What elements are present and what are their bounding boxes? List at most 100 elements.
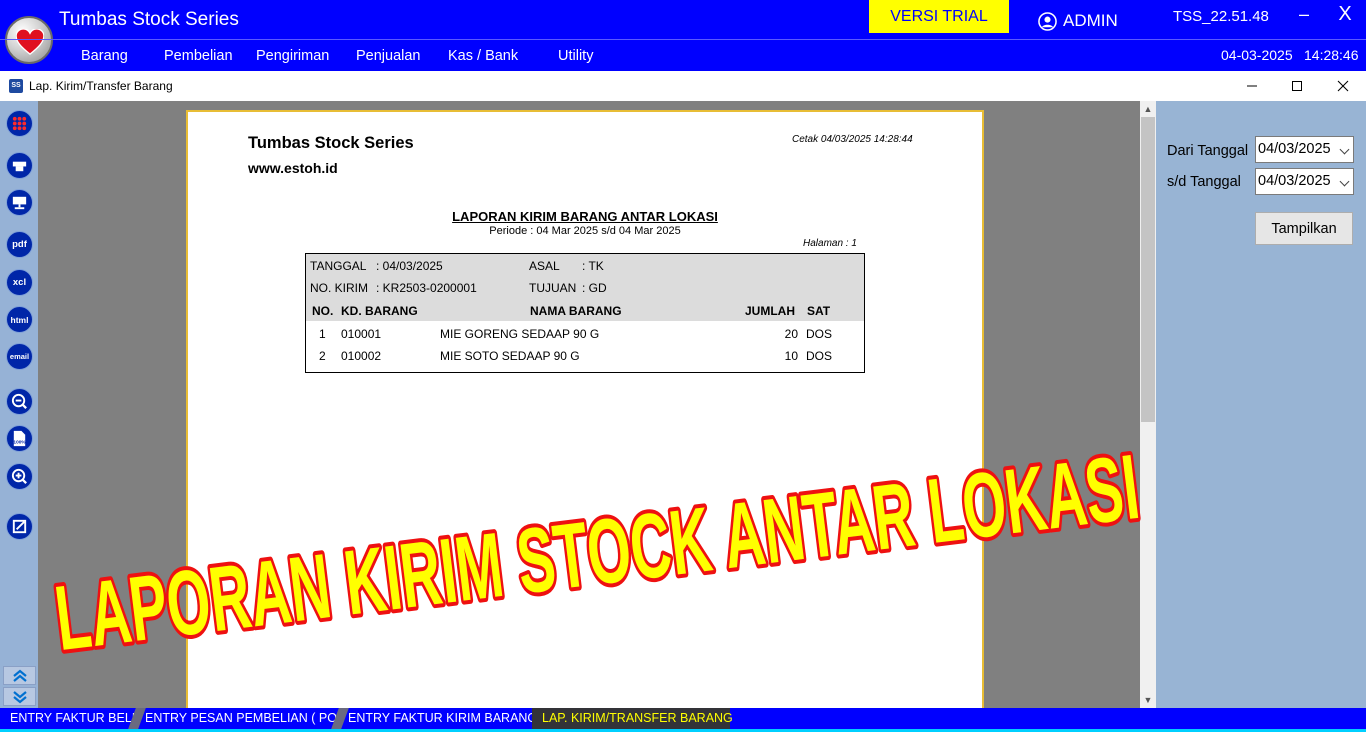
menu-utility[interactable]: Utility bbox=[558, 48, 593, 64]
export-pdf-button[interactable]: pdf bbox=[6, 231, 33, 258]
menu-kas-bank[interactable]: Kas / Bank bbox=[448, 48, 518, 64]
print-setup-button[interactable] bbox=[6, 189, 33, 216]
menu-barang[interactable]: Barang bbox=[81, 48, 128, 64]
asal-value: : TK bbox=[582, 259, 604, 273]
scrollbar-thumb[interactable] bbox=[1141, 117, 1155, 422]
user-icon bbox=[1038, 11, 1057, 31]
main-menu-bar: Barang Pembelian Pengiriman Penjualan Ka… bbox=[0, 39, 1366, 71]
col-kd-barang: KD. BARANG bbox=[341, 304, 418, 318]
page-zoom-icon: 100% bbox=[13, 430, 26, 447]
company-name: Tumbas Stock Series bbox=[248, 134, 414, 152]
chevron-down-icon bbox=[1339, 144, 1350, 155]
app-title-bar: Tumbas Stock Series VERSI TRIAL ADMIN TS… bbox=[0, 0, 1366, 71]
export-excel-button[interactable]: xcl bbox=[6, 269, 33, 296]
task-entry-faktur-beli[interactable]: ENTRY FAKTUR BELI bbox=[10, 708, 135, 729]
last-page-button[interactable] bbox=[3, 687, 36, 706]
no-kirim-label: NO. KIRIM bbox=[310, 281, 369, 295]
task-entry-faktur-kirim[interactable]: ENTRY FAKTUR KIRIM BARANG bbox=[348, 708, 537, 729]
double-chevron-up-icon bbox=[12, 669, 27, 682]
row-jumlah: 20 bbox=[784, 327, 798, 341]
tujuan-label: TUJUAN bbox=[529, 281, 577, 295]
menu-pembelian[interactable]: Pembelian bbox=[164, 48, 233, 64]
task-entry-pesan-pembelian[interactable]: ENTRY PESAN PEMBELIAN ( PO ) bbox=[145, 708, 345, 729]
window-close-icon[interactable] bbox=[1331, 75, 1355, 97]
zoom-100-label: 100% bbox=[13, 439, 26, 445]
first-page-button[interactable] bbox=[3, 666, 36, 685]
report-table: TANGGAL : 04/03/2025 ASAL : TK NO. KIRIM… bbox=[305, 253, 865, 373]
print-button[interactable] bbox=[6, 152, 33, 179]
zoom-out-button[interactable] bbox=[6, 388, 33, 415]
zoom-100-button[interactable]: 100% bbox=[6, 425, 33, 452]
dots-grid-icon bbox=[12, 116, 27, 131]
close-app-button[interactable]: X bbox=[1335, 3, 1355, 29]
scroll-up-icon[interactable]: ▲ bbox=[1140, 101, 1156, 117]
grid-menu-button[interactable] bbox=[6, 110, 33, 137]
report-title-text: LAPORAN KIRIM BARANG ANTAR LOKASI bbox=[452, 209, 718, 224]
row-kd: 010002 bbox=[341, 349, 382, 363]
col-sat: SAT bbox=[807, 304, 831, 318]
row-kd: 010001 bbox=[341, 327, 382, 341]
col-no: NO. bbox=[312, 304, 334, 318]
to-date-picker[interactable]: 04/03/2025 bbox=[1255, 168, 1354, 195]
scroll-down-icon[interactable]: ▼ bbox=[1140, 692, 1156, 708]
report-title: LAPORAN KIRIM BARANG ANTAR LOKASI bbox=[188, 209, 982, 224]
user-name: ADMIN bbox=[1063, 11, 1118, 30]
page-number: Halaman : 1 bbox=[803, 238, 857, 249]
report-preview-area[interactable]: Tumbas Stock Series www.estoh.id Cetak 0… bbox=[38, 101, 1140, 708]
app-title: Tumbas Stock Series bbox=[59, 9, 239, 30]
edit-report-button[interactable] bbox=[6, 513, 33, 540]
preview-scrollbar[interactable]: ▲ ▼ bbox=[1140, 101, 1156, 708]
window-minimize-icon[interactable] bbox=[1240, 75, 1264, 97]
company-website: www.estoh.id bbox=[248, 160, 338, 176]
show-report-button[interactable]: Tampilkan bbox=[1255, 212, 1353, 245]
row-no: 2 bbox=[319, 349, 326, 363]
zoom-in-icon bbox=[11, 468, 27, 484]
printer-icon bbox=[12, 161, 27, 172]
row-nama: MIE SOTO SEDAAP 90 G bbox=[440, 349, 580, 363]
window-app-icon: SS bbox=[9, 79, 23, 93]
send-email-button[interactable]: email bbox=[6, 343, 33, 370]
version-label: TSS_22.51.48 bbox=[1173, 8, 1269, 25]
report-page: Tumbas Stock Series www.estoh.id Cetak 0… bbox=[186, 110, 984, 708]
to-date-label: s/d Tanggal bbox=[1167, 174, 1241, 190]
trial-badge: VERSI TRIAL bbox=[869, 0, 1009, 33]
zoom-out-icon bbox=[11, 393, 27, 409]
chevron-down-icon bbox=[1339, 176, 1350, 187]
monitor-print-icon bbox=[12, 196, 27, 210]
col-nama-barang: NAMA BARANG bbox=[530, 304, 622, 318]
row-sat: DOS bbox=[806, 349, 833, 363]
child-window-title: Lap. Kirim/Transfer Barang bbox=[29, 79, 173, 93]
col-jumlah: JUMLAH bbox=[745, 304, 795, 318]
row-nama: MIE GORENG SEDAAP 90 G bbox=[440, 327, 600, 341]
from-date-label: Dari Tanggal bbox=[1167, 143, 1249, 159]
tanggal-label: TANGGAL bbox=[310, 259, 367, 273]
tujuan-value: : GD bbox=[582, 281, 607, 295]
current-date: 04-03-2025 bbox=[1221, 47, 1293, 63]
current-time: 14:28:46 bbox=[1304, 47, 1359, 63]
window-maximize-icon[interactable] bbox=[1285, 75, 1309, 97]
row-jumlah: 10 bbox=[784, 349, 798, 363]
row-sat: DOS bbox=[806, 327, 833, 341]
row-no: 1 bbox=[319, 327, 326, 341]
child-window-title-bar: SS Lap. Kirim/Transfer Barang bbox=[0, 71, 1366, 101]
report-table-header: TANGGAL : 04/03/2025 ASAL : TK NO. KIRIM… bbox=[306, 254, 864, 321]
open-windows-taskbar: ENTRY FAKTUR BELI ENTRY PESAN PEMBELIAN … bbox=[0, 708, 1366, 732]
asal-label: ASAL bbox=[529, 259, 560, 273]
report-period: Periode : 04 Mar 2025 s/d 04 Mar 2025 bbox=[489, 225, 681, 237]
print-timestamp: Cetak 04/03/2025 14:28:44 bbox=[792, 134, 913, 145]
report-toolbar: pdf xcl html email 100% bbox=[0, 101, 38, 708]
filter-panel: Dari Tanggal 04/03/2025 s/d Tanggal 04/0… bbox=[1156, 101, 1366, 708]
export-html-button[interactable]: html bbox=[6, 306, 33, 333]
edit-icon bbox=[12, 519, 27, 534]
from-date-value: 04/03/2025 bbox=[1258, 141, 1331, 157]
double-chevron-down-icon bbox=[12, 690, 27, 703]
user-menu[interactable]: ADMIN bbox=[1038, 10, 1118, 32]
from-date-picker[interactable]: 04/03/2025 bbox=[1255, 136, 1354, 163]
minimize-app-button[interactable]: – bbox=[1294, 4, 1314, 28]
menu-pengiriman[interactable]: Pengiriman bbox=[256, 48, 329, 64]
zoom-in-button[interactable] bbox=[6, 463, 33, 490]
tanggal-value: : 04/03/2025 bbox=[376, 259, 443, 273]
menu-penjualan[interactable]: Penjualan bbox=[356, 48, 421, 64]
no-kirim-value: : KR2503-0200001 bbox=[376, 281, 477, 295]
task-lap-kirim-transfer[interactable]: LAP. KIRIM/TRANSFER BARANG bbox=[532, 708, 733, 729]
